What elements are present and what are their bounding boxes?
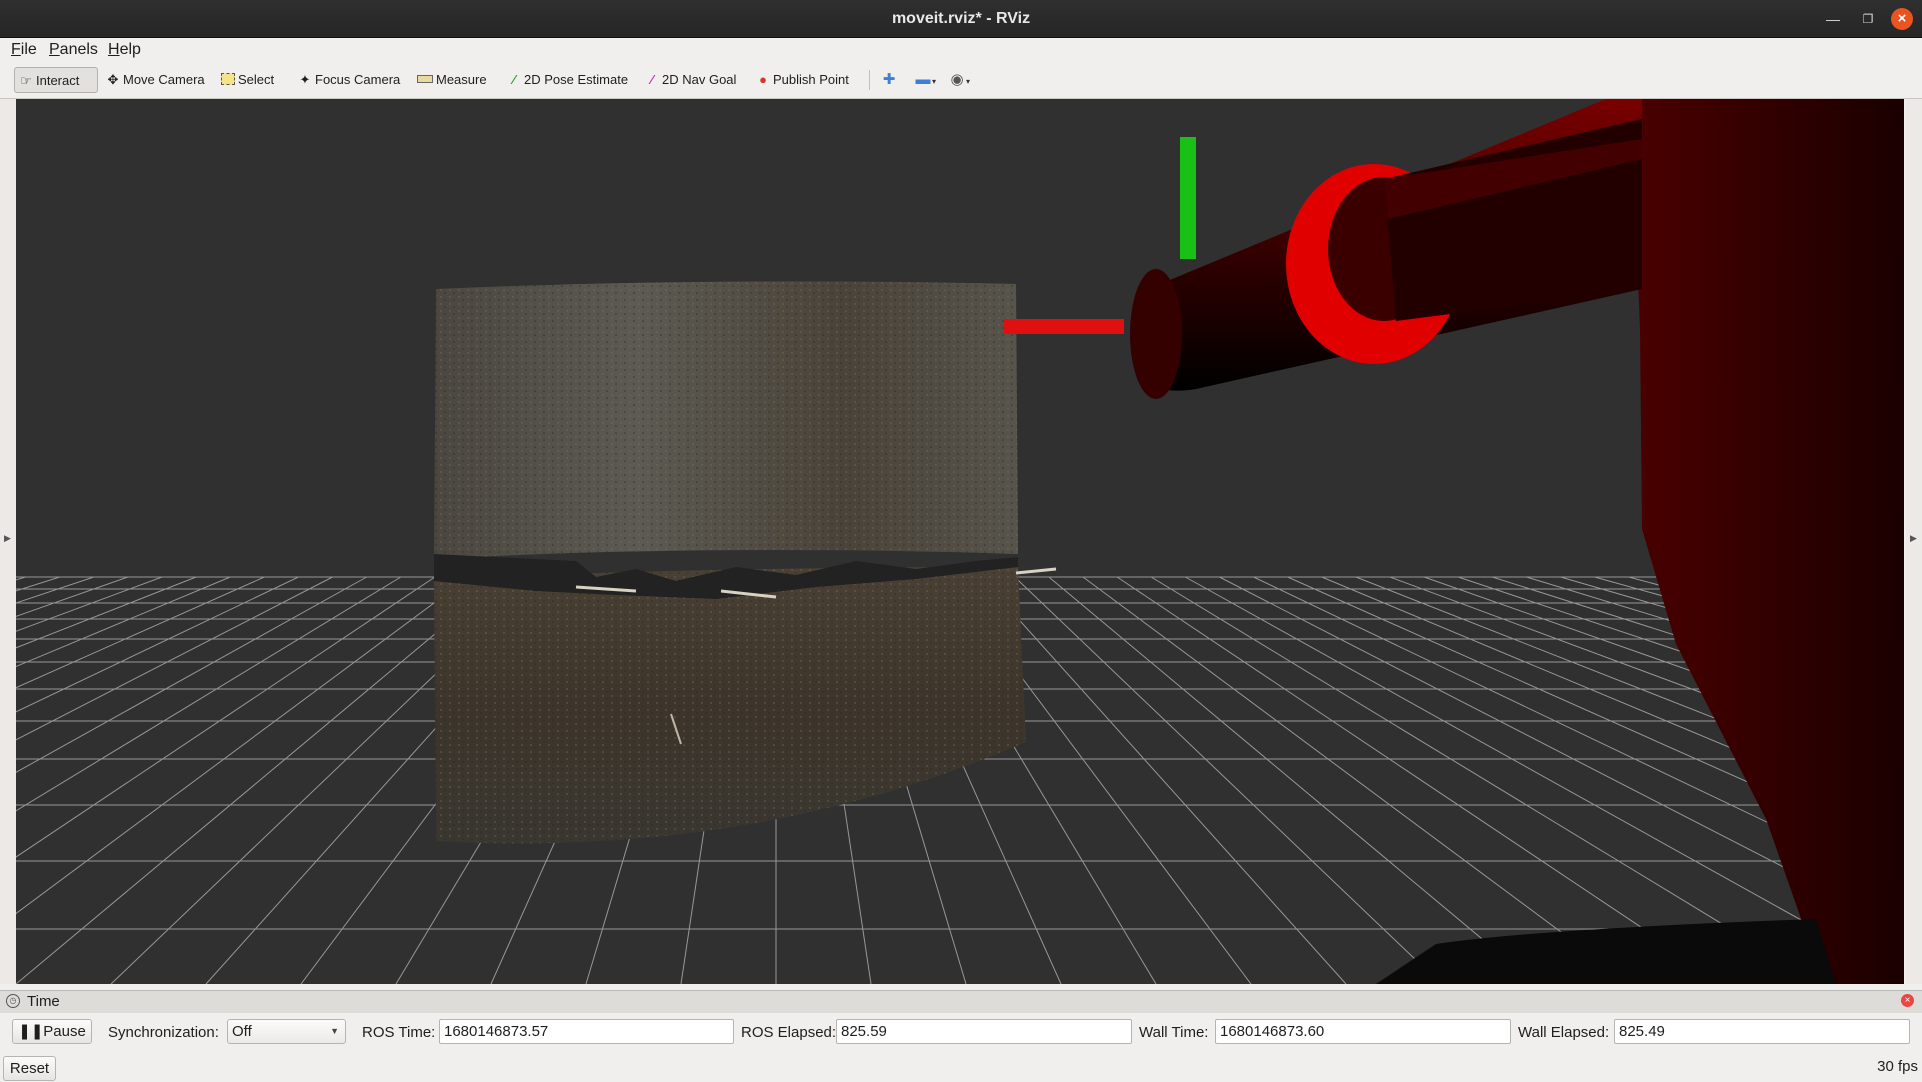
fps-counter: 30 fps [1877,1058,1918,1075]
map-pin-icon: ● [759,72,767,87]
right-dock-handle[interactable]: ▶ [1906,99,1922,984]
time-panel-header: ◷ Time × [0,990,1922,1014]
tool-focus-camera-label: Focus Camera [315,72,401,87]
status-bar: Reset 30 fps [0,1053,1922,1082]
grid-line [16,576,436,858]
tool-move-camera[interactable]: ✥ Move Camera [102,67,209,93]
tool-focus-camera[interactable]: ✦ Focus Camera [294,67,404,93]
pause-label: Pause [43,1023,86,1040]
grid-line [16,576,129,617]
wall-time-label: Wall Time: [1139,1024,1209,1041]
tool-interact[interactable]: ☞ Interact [14,67,98,93]
minimize-icon[interactable]: — [1822,8,1844,30]
close-icon[interactable]: × [1891,8,1913,30]
tool-select-label: Select [238,72,275,87]
wall-time-field[interactable]: 1680146873.60 [1215,1019,1511,1044]
sync-label: Synchronization: [108,1024,219,1041]
ruler-icon [417,75,433,83]
pause-icon: ❚❚ [18,1023,44,1040]
scene-svg [16,99,1904,984]
sync-value: Off [232,1023,252,1040]
window-title: moveit.rviz* - RViz [891,10,1031,27]
pause-button[interactable]: ❚❚Pause [12,1019,92,1044]
grid-line [16,576,265,689]
grid-line [1082,576,1632,984]
ros-elapsed-field[interactable]: 825.59 [836,1019,1132,1044]
left-dock-handle[interactable]: ▶ [0,99,16,984]
grid-line [16,576,231,668]
grid-line [16,576,197,649]
ros-time-label: ROS Time: [362,1024,436,1041]
menu-help[interactable]: Help [108,41,141,59]
grid-line [1014,576,1442,984]
green-arrow-icon: ∕ [512,72,516,87]
tool-publish-point[interactable]: ● Publish Point [752,67,853,93]
menu-panels[interactable]: Panels [49,41,98,59]
menu-bar: File Panels Help [0,38,1922,62]
time-panel-title: Time [27,993,60,1010]
grid-line [16,576,367,773]
grid-line [16,576,504,984]
tool-2d-pose-label: 2D Pose Estimate [524,72,629,87]
render-viewport[interactable] [16,99,1904,984]
tool-2d-nav-goal-label: 2D Nav Goal [662,72,737,87]
ros-time-field[interactable]: 1680146873.57 [439,1019,734,1044]
view-eye-icon[interactable]: ◉ ▾ [946,68,970,92]
grid-line [1116,576,1727,984]
chevron-down-icon: ▼ [330,1026,339,1036]
grid-line [1048,576,1537,984]
grid-line [16,576,60,592]
close-panel-icon[interactable]: × [1901,994,1914,1007]
clock-icon: ◷ [6,994,20,1008]
select-icon [221,73,235,85]
move-camera-icon: ✥ [107,72,119,87]
tool-move-camera-label: Move Camera [123,72,205,87]
axis-y-marker [1180,137,1196,259]
maximize-icon[interactable]: ❐ [1857,8,1879,30]
robot-model [1130,99,1904,984]
tool-publish-point-label: Publish Point [773,72,849,87]
add-tool-icon[interactable]: ✚ [878,68,900,92]
grid-line [980,576,1347,984]
grid-line [16,576,94,604]
wall-elapsed-field[interactable]: 825.49 [1614,1019,1910,1044]
time-panel-row: ❚❚Pause Synchronization: Off ▼ ROS Time:… [0,1013,1922,1053]
tool-2d-pose-estimate[interactable]: ∕ 2D Pose Estimate [503,67,632,93]
remove-tool-icon[interactable]: ▬ ▾ [912,68,937,92]
tool-select[interactable]: Select [217,67,278,93]
wall-elapsed-label: Wall Elapsed: [1518,1024,1610,1041]
grid-line [16,576,26,581]
tool-bar: ☞ Interact ✥ Move Camera Select ✦ Focus Cam… [0,62,1922,99]
sync-combo[interactable]: Off ▼ [227,1019,346,1044]
tool-interact-label: Interact [36,73,80,88]
axis-x-marker [1004,319,1124,334]
toolbar-separator [869,70,870,90]
window-title-bar: moveit.rviz* - RViz — ❐ × [0,0,1922,38]
reset-button[interactable]: Reset [3,1056,56,1081]
tool-measure[interactable]: Measure [413,67,491,93]
tool-measure-label: Measure [436,72,487,87]
hand-icon: ☞ [20,73,32,88]
ros-elapsed-label: ROS Elapsed: [741,1024,837,1041]
tool-2d-nav-goal[interactable]: ∕ 2D Nav Goal [641,67,740,93]
focus-camera-icon: ✦ [299,72,311,87]
menu-file[interactable]: File [11,41,37,59]
pink-arrow-icon: ∕ [650,72,654,87]
point-cloud-cylinder [434,281,1057,844]
